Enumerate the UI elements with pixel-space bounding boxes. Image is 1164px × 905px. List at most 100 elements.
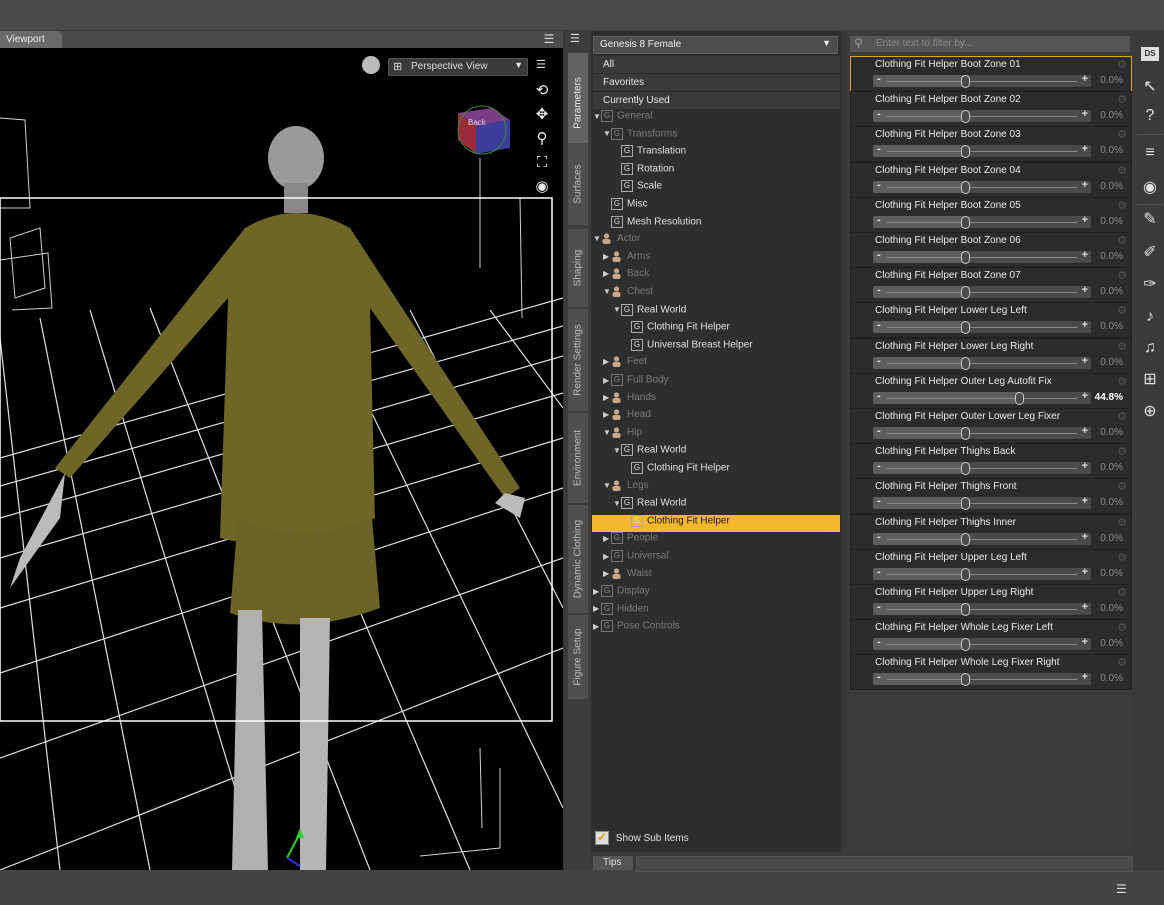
parameter-slider[interactable]: Clothing Fit Helper Upper Leg Right ⚙ - +0.… [850, 584, 1132, 620]
slider-track[interactable]: - + [873, 249, 1091, 264]
increment-icon[interactable]: + [1082, 566, 1088, 578]
show-sub-items-toggle[interactable]: ✓ Show Sub Items [595, 831, 689, 845]
pane-menu-icon[interactable]: ☰ [570, 32, 580, 45]
gear-icon[interactable]: ⚙ [1117, 551, 1127, 564]
decrement-icon[interactable]: - [877, 355, 881, 367]
slider-knob[interactable] [961, 427, 970, 440]
increment-icon[interactable]: + [1082, 460, 1088, 472]
gear-icon[interactable]: ⚙ [1117, 269, 1127, 282]
slider-knob[interactable] [961, 532, 970, 546]
slider-knob[interactable] [961, 75, 970, 88]
help-icon[interactable]: ? [1139, 106, 1161, 126]
increment-icon[interactable]: + [1082, 531, 1088, 543]
gear-icon[interactable]: ⚙ [1117, 304, 1127, 317]
expand-down-icon[interactable]: ▼ [603, 129, 611, 138]
slider-track[interactable]: - + [873, 671, 1091, 687]
slider-track[interactable]: - + [873, 319, 1091, 335]
view-select[interactable]: ⊞ Perspective View ▼ [388, 58, 528, 76]
slider-track[interactable]: - + [873, 601, 1091, 616]
increment-icon[interactable]: + [1082, 425, 1088, 437]
expand-down-icon[interactable]: ▼ [593, 112, 601, 121]
expand-right-icon[interactable]: ▶ [603, 410, 611, 419]
bottom-menu-icon[interactable]: ☰ [1116, 882, 1127, 896]
draw-style-icon[interactable] [362, 56, 380, 74]
paint-icon[interactable]: ✐ [1139, 243, 1161, 263]
tree-item[interactable]: ▼ Legs [603, 480, 649, 497]
gear-icon[interactable]: ⚙ [1117, 128, 1127, 141]
parameter-slider[interactable]: Clothing Fit Helper Outer Lower Leg Fixe… [850, 408, 1132, 444]
expand-down-icon[interactable]: ▼ [593, 234, 601, 243]
edit-icon[interactable]: ✎ [1139, 210, 1161, 230]
decrement-icon[interactable]: - [877, 460, 881, 472]
slider-knob[interactable] [961, 321, 970, 335]
pose2-icon[interactable]: ♫ [1139, 338, 1161, 358]
increment-icon[interactable]: + [1082, 179, 1088, 191]
tree-item[interactable]: G Mesh Resolution [603, 215, 701, 233]
tab-dynamic-clothing[interactable]: Dynamic Clothing [568, 505, 588, 613]
parameter-slider[interactable]: Clothing Fit Helper Boot Zone 02 ⚙ - +0.0% [850, 91, 1132, 128]
viewport[interactable]: Back ⊞ Perspective View ▼ ☰ ⟲ ✥ ⚲ ⛶ ◉ [0, 48, 563, 870]
expand-right-icon[interactable]: ▶ [603, 534, 611, 543]
slider-knob[interactable] [961, 286, 970, 300]
slider-track[interactable]: - + [873, 531, 1091, 546]
slider-track[interactable]: - + [873, 460, 1091, 476]
expand-down-icon[interactable]: ▼ [603, 287, 611, 296]
slider-value[interactable]: 0.0% [1100, 216, 1123, 227]
slider-knob[interactable] [961, 638, 970, 652]
tab-shaping[interactable]: Shaping [568, 229, 588, 307]
decrement-icon[interactable]: - [877, 531, 881, 543]
tree-item[interactable]: ▼ G Real World [613, 303, 686, 321]
slider-track[interactable]: - + [873, 73, 1091, 88]
slider-knob[interactable] [961, 215, 970, 229]
tree-item[interactable]: G Universal Breast Helper [623, 338, 753, 356]
slider-value[interactable]: 0.0% [1100, 462, 1123, 473]
viewport-options-icon[interactable]: ☰ [536, 58, 546, 71]
tree-item[interactable]: G Scale [613, 180, 662, 197]
parameter-slider[interactable]: Clothing Fit Helper Boot Zone 07 ⚙ - +0.0% [850, 267, 1132, 304]
world-icon[interactable]: ⊕ [1139, 402, 1161, 422]
expand-down-icon[interactable]: ▼ [613, 446, 621, 455]
slider-track[interactable]: - + [873, 179, 1091, 194]
slider-value[interactable]: 0.0% [1100, 145, 1123, 156]
expand-right-icon[interactable]: ▶ [603, 393, 611, 402]
parameter-slider[interactable]: Clothing Fit Helper Outer Leg Autofit Fi… [850, 372, 1132, 409]
slider-knob[interactable] [961, 145, 970, 159]
slider-track[interactable]: - + [873, 143, 1091, 159]
decrement-icon[interactable]: - [877, 390, 881, 402]
slider-value[interactable]: 0.0% [1100, 321, 1123, 332]
pan-icon[interactable]: ✥ [533, 106, 551, 124]
whats-this-icon[interactable]: ↖ [1139, 77, 1161, 97]
gear-icon[interactable]: ⚙ [1117, 164, 1127, 177]
slider-value[interactable]: 0.0% [1100, 251, 1123, 262]
slider-value[interactable]: 0.0% [1100, 357, 1123, 368]
tree-item[interactable]: ▶ G Display [593, 585, 650, 602]
slider-knob[interactable] [961, 356, 970, 370]
slider-track[interactable]: - + [873, 636, 1091, 652]
expand-right-icon[interactable]: ▶ [593, 604, 601, 613]
expand-right-icon[interactable]: ▶ [603, 376, 611, 385]
slider-value[interactable]: 0.0% [1100, 603, 1123, 614]
slider-knob[interactable] [961, 673, 970, 687]
gear-icon[interactable]: ⚙ [1117, 58, 1127, 71]
gear-icon[interactable]: ⚙ [1117, 234, 1127, 247]
slider-track[interactable]: - + [873, 284, 1091, 300]
reset-view-icon[interactable]: ◉ [533, 178, 551, 196]
zoom-icon[interactable]: ⚲ [533, 130, 551, 148]
increment-icon[interactable]: + [1082, 108, 1088, 120]
parameter-slider[interactable]: Clothing Fit Helper Lower Leg Left ⚙ - +0.0… [850, 302, 1132, 339]
tree-item[interactable]: G Misc [603, 198, 648, 215]
decrement-icon[interactable]: - [877, 143, 881, 155]
expand-right-icon[interactable]: ▶ [593, 622, 601, 631]
category-currently-used[interactable]: Currently Used [593, 92, 840, 110]
tree-item[interactable]: ▶ Feet [603, 356, 647, 373]
slider-knob[interactable] [961, 497, 970, 511]
tree-item[interactable]: ▶ Back [603, 268, 649, 285]
decrement-icon[interactable]: - [877, 214, 881, 226]
parameter-slider[interactable]: Clothing Fit Helper Boot Zone 01 ⚙ - +0.0% [850, 56, 1132, 92]
expand-right-icon[interactable]: ▶ [603, 357, 611, 366]
tab-render-settings[interactable]: Render Settings [568, 309, 588, 411]
tab-environment[interactable]: Environment [568, 413, 588, 503]
parameter-slider[interactable]: Clothing Fit Helper Thighs Front ⚙ - +0.0% [850, 478, 1132, 515]
tree-item[interactable]: ▶ Waist [603, 568, 652, 585]
expand-down-icon[interactable]: ▼ [603, 428, 611, 437]
